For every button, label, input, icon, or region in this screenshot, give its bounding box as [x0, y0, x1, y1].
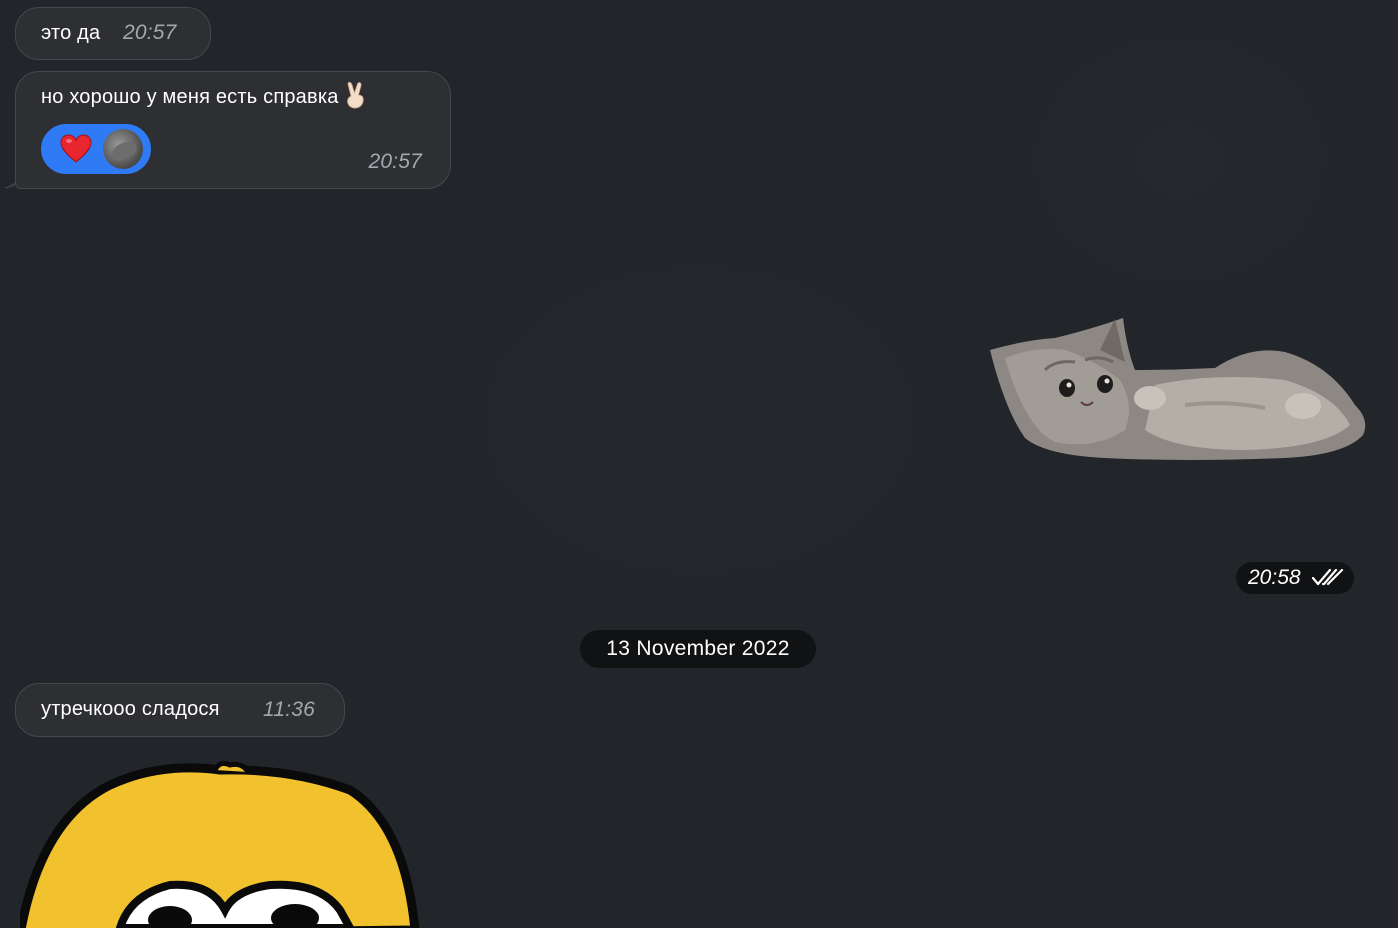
message-time: 20:57	[368, 150, 422, 173]
heart-icon	[60, 134, 92, 163]
message-text: это да	[41, 22, 101, 44]
message-time: 20:58	[1248, 566, 1301, 589]
reaction-chip[interactable]	[41, 124, 151, 174]
yellow-face-sticker[interactable]	[20, 760, 440, 928]
message-text: но хорошо у меня есть справка	[41, 86, 339, 108]
message-time: 11:36	[263, 698, 315, 721]
incoming-message[interactable]: утречкooo сладося 11:36	[15, 683, 345, 737]
message-time: 20:57	[123, 21, 177, 44]
sticker-time-badge: 20:58	[1236, 562, 1354, 594]
incoming-message[interactable]: это да 20:57	[15, 7, 211, 60]
victory-hand-icon	[346, 81, 364, 109]
incoming-message[interactable]: но хорошо у меня есть справка 20:57	[15, 71, 451, 189]
avatar	[103, 129, 143, 169]
date-separator: 13 November 2022	[580, 630, 816, 668]
cat-sticker[interactable]	[985, 310, 1375, 470]
message-text: утречкooo сладося	[41, 698, 220, 720]
message-text-row: но хорошо у меня есть справка	[41, 81, 368, 109]
double-check-icon	[1312, 569, 1344, 586]
chat-area[interactable]: это да 20:57 но хорошо у меня есть справ…	[0, 0, 1398, 928]
